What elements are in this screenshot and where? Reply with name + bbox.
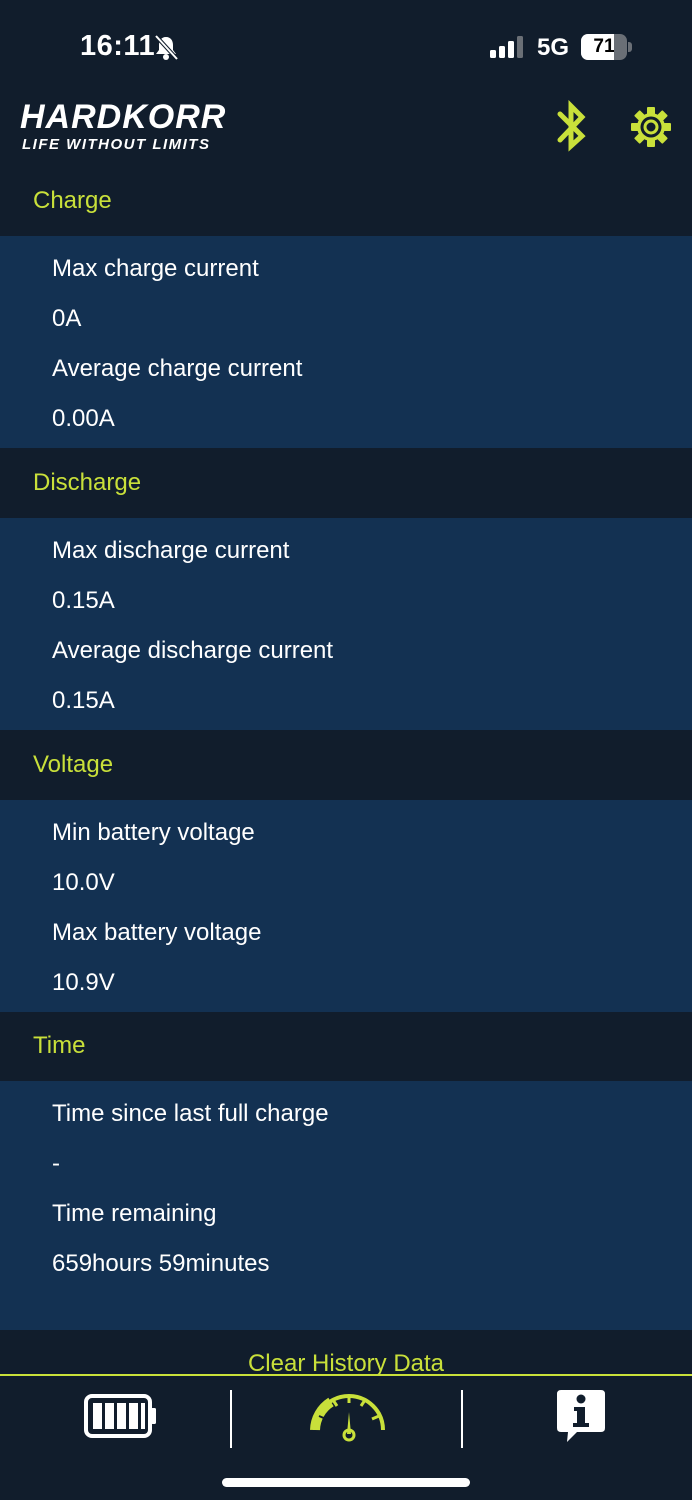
max-discharge-current-label: Max discharge current (52, 537, 290, 564)
avg-charge-current-value: 0.00A (52, 405, 115, 432)
home-indicator[interactable] (222, 1478, 470, 1487)
bell-slash-icon (154, 34, 179, 61)
time-section-title: Time (33, 1032, 86, 1059)
max-battery-voltage-value: 10.9V (52, 969, 115, 996)
gear-icon[interactable] (630, 106, 672, 148)
network-type: 5G (537, 34, 570, 61)
discharge-section-title: Discharge (33, 469, 142, 496)
app-header: HARDKORR LIFE WITHOUT LIMITS (0, 92, 692, 168)
clear-history-label: Clear History Data (247, 1350, 445, 1374)
min-battery-voltage-label: Min battery voltage (52, 819, 255, 846)
avg-charge-current-label: Average charge current (52, 355, 303, 382)
voltage-section-header: Voltage (0, 732, 692, 800)
logo-tagline: LIFE WITHOUT LIMITS (22, 136, 211, 153)
status-bar: 16:11 5G 71 (0, 0, 692, 92)
clear-history-button[interactable]: Clear History Data (0, 1330, 692, 1374)
voltage-section-title: Voltage (33, 751, 114, 778)
charge-section-body: Max charge current 0A Average charge cur… (0, 236, 692, 448)
time-remaining-label: Time remaining (52, 1200, 217, 1227)
avg-discharge-current-value: 0.15A (52, 687, 115, 714)
max-discharge-current-value: 0.15A (52, 587, 115, 614)
time-section-header: Time (0, 1013, 692, 1081)
time-section-body: Time since last full charge - Time remai… (0, 1081, 692, 1330)
tab-divider (230, 1390, 232, 1448)
min-battery-voltage-value: 10.0V (52, 869, 115, 896)
status-battery-percent: 71 (593, 36, 615, 57)
time-since-full-charge-value: - (52, 1150, 60, 1177)
discharge-section-body: Max discharge current 0.15A Average disc… (0, 518, 692, 730)
time-remaining-value: 659hours 59minutes (52, 1250, 270, 1277)
time-since-full-charge-label: Time since last full charge (52, 1100, 329, 1127)
tab-info[interactable] (463, 1376, 692, 1466)
discharge-section-header: Discharge (0, 450, 692, 518)
max-charge-current-value: 0A (52, 305, 82, 332)
logo-name: HARDKORR (20, 98, 227, 136)
status-time: 16:11 (80, 30, 156, 62)
bluetooth-icon[interactable] (552, 100, 590, 154)
status-battery-icon: 71 (581, 34, 633, 60)
tab-battery[interactable] (0, 1376, 231, 1466)
voltage-section-body: Min battery voltage 10.0V Max battery vo… (0, 800, 692, 1012)
battery-icon (84, 1394, 156, 1438)
tab-dashboard[interactable] (233, 1376, 461, 1466)
hardkorr-logo: HARDKORR LIFE WITHOUT LIMITS (20, 98, 270, 158)
max-battery-voltage-label: Max battery voltage (52, 919, 262, 946)
charge-section-title: Charge (33, 187, 112, 214)
max-charge-current-label: Max charge current (52, 255, 259, 282)
avg-discharge-current-label: Average discharge current (52, 637, 334, 664)
cellular-signal-icon (490, 36, 523, 58)
info-icon (557, 1390, 605, 1442)
gauge-icon (310, 1394, 385, 1442)
charge-section-header: Charge (0, 168, 692, 236)
